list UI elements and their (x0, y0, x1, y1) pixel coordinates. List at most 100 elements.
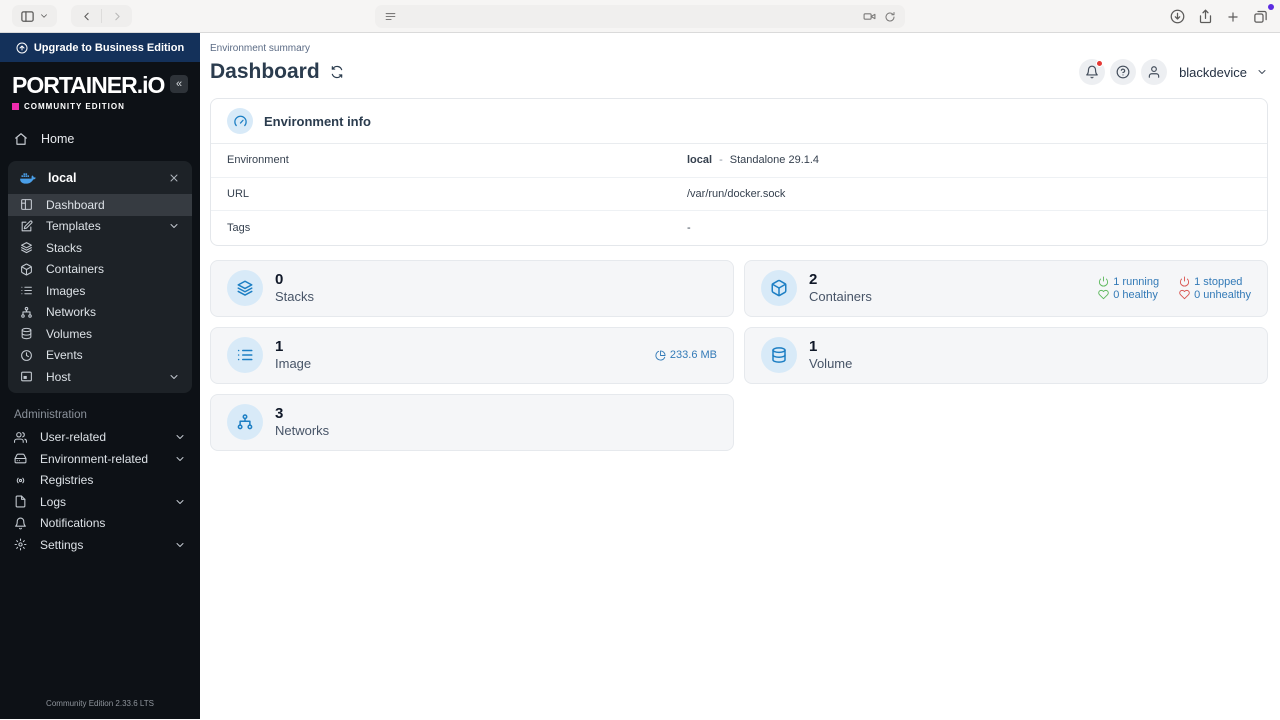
history-nav (71, 5, 132, 27)
environment-name-value: local (687, 154, 713, 167)
sidebar-item-host[interactable]: Host (8, 366, 192, 388)
sidebar-item-dashboard[interactable]: Dashboard (8, 194, 192, 216)
page-title: Dashboard (210, 60, 320, 83)
user-avatar[interactable] (1141, 59, 1168, 85)
help-icon (1116, 65, 1130, 79)
sidebar-item-label: Registries (40, 473, 94, 488)
user-icon (1147, 65, 1161, 79)
gauge-icon (233, 114, 248, 129)
recording-indicator-dot (1268, 4, 1274, 10)
healthy-stat[interactable]: 0 healthy (1098, 289, 1159, 301)
sidebar-item-stacks[interactable]: Stacks (8, 237, 192, 259)
stat-label: 1 running (1113, 275, 1160, 288)
browser-toolbar (0, 0, 1280, 33)
sidebar-item-settings[interactable]: Settings (0, 534, 200, 556)
volumes-label: Volume (809, 356, 853, 372)
containers-card[interactable]: 2 Containers 1 running 1 stopped 0 healt… (744, 259, 1268, 317)
networks-count: 3 (275, 405, 284, 423)
help-button[interactable] (1110, 59, 1137, 85)
images-card[interactable]: 1 Image 233.6 MB (210, 326, 734, 384)
bell-icon (14, 517, 27, 530)
sidebar-item-label: Notifications (40, 516, 106, 531)
sidebar-item-label: Containers (46, 262, 105, 277)
edition-label: COMMUNITY EDITION (24, 102, 125, 111)
users-icon (14, 431, 27, 444)
reload-icon[interactable] (884, 11, 896, 23)
environment-section: local Dashboard Templates Stacks Contain… (8, 161, 192, 393)
upgrade-banner-label: Upgrade to Business Edition (33, 41, 185, 54)
volumes-icon (770, 346, 788, 364)
sidebar-item-label: Volumes (46, 326, 93, 341)
notifications-button[interactable] (1079, 59, 1106, 85)
sidebar-item-label: Dashboard (46, 197, 105, 212)
upgrade-banner[interactable]: Upgrade to Business Edition (0, 33, 200, 62)
sidebar-item-label: Home (41, 132, 75, 146)
sidebar-item-label: Environment-related (40, 451, 149, 466)
sidebar-item-home[interactable]: Home (0, 128, 200, 150)
stat-label: 0 unhealthy (1194, 288, 1251, 301)
networks-icon-circle (227, 404, 263, 440)
sidebar-item-containers[interactable]: Containers (8, 259, 192, 281)
sidebar-item-images[interactable]: Images (8, 280, 192, 302)
logs-icon (14, 495, 27, 508)
chevron-down-icon (39, 11, 49, 21)
stacks-card[interactable]: 0 Stacks (210, 259, 734, 317)
running-stat[interactable]: 1 running (1098, 276, 1159, 288)
share-icon[interactable] (1198, 9, 1213, 24)
close-icon[interactable] (168, 172, 180, 184)
containers-count: 2 (809, 271, 818, 289)
reader-icon[interactable] (384, 10, 397, 23)
sidebar-item-templates[interactable]: Templates (8, 216, 192, 238)
chevron-down-icon (168, 220, 180, 232)
sidebar-collapse-button[interactable]: « (170, 75, 188, 93)
chevron-down-icon (174, 539, 186, 551)
new-tab-icon[interactable] (1226, 10, 1240, 24)
sidebar-toggle-button[interactable] (12, 5, 57, 27)
sidebar-item-volumes[interactable]: Volumes (8, 323, 192, 345)
sidebar-item-label: Networks (46, 305, 97, 320)
sidebar-item-events[interactable]: Events (8, 345, 192, 367)
stopped-stat[interactable]: 1 stopped (1179, 276, 1251, 288)
sidebar-item-notifications[interactable]: Notifications (0, 513, 200, 535)
sidebar-item-registries[interactable]: Registries (0, 470, 200, 492)
address-bar[interactable] (375, 5, 905, 28)
images-icon-circle (227, 337, 263, 373)
heart-icon (1179, 289, 1190, 300)
chevron-down-icon[interactable] (1256, 66, 1268, 78)
images-total-size: 233.6 MB (655, 349, 717, 361)
power-icon (1098, 276, 1109, 287)
pie-chart-icon (655, 349, 666, 361)
sidebar-item-networks[interactable]: Networks (8, 302, 192, 324)
hard-drive-icon (14, 452, 27, 465)
containers-status-stats: 1 running 1 stopped 0 healthy 0 unhealth… (1098, 276, 1251, 301)
sidebar-item-label: Events (46, 348, 83, 363)
forward-icon (111, 10, 124, 23)
networks-icon (20, 306, 33, 319)
breadcrumb: Environment summary (210, 43, 311, 54)
sidebar-item-label: Images (46, 283, 86, 298)
tab-overview-icon[interactable] (1253, 9, 1268, 24)
registry-icon (14, 474, 27, 487)
sidebar-item-logs[interactable]: Logs (0, 491, 200, 513)
dashboard-icon (20, 198, 33, 211)
info-row-tags: Tags - (211, 211, 1267, 245)
sidebar-item-environment-related[interactable]: Environment-related (0, 448, 200, 470)
sidebar-item-user-related[interactable]: User-related (0, 427, 200, 449)
stacks-icon (236, 279, 254, 297)
forward-button[interactable] (102, 5, 132, 27)
docker-whale-icon (20, 170, 36, 186)
volumes-icon (20, 327, 33, 340)
sidebar-toggle-icon (20, 9, 35, 24)
brand-square-icon (12, 103, 19, 110)
networks-card[interactable]: 3 Networks (210, 393, 734, 451)
environment-header[interactable]: local (8, 161, 192, 194)
refresh-icon[interactable] (330, 65, 344, 79)
volumes-card[interactable]: 1 Volume (744, 326, 1268, 384)
unhealthy-stat[interactable]: 0 unhealthy (1179, 289, 1251, 301)
back-button[interactable] (71, 5, 101, 27)
stat-label: 0 healthy (1113, 288, 1158, 301)
downloads-icon[interactable] (1170, 9, 1185, 24)
privacy-camera-icon[interactable] (863, 10, 876, 23)
arrow-up-circle-icon (16, 42, 28, 54)
toolbar-actions (1170, 0, 1268, 33)
